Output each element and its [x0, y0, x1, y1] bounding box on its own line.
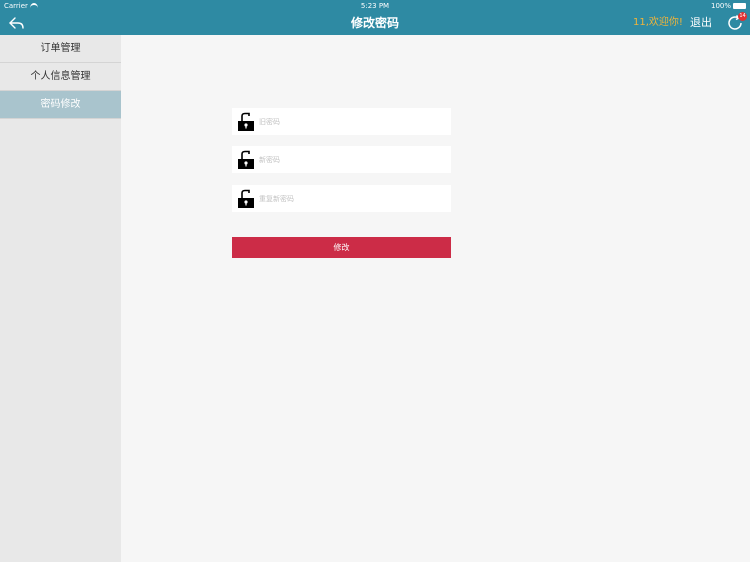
lock-icon	[238, 112, 254, 131]
new-password-field[interactable]	[232, 146, 451, 173]
lock-icon	[238, 150, 254, 169]
old-password-field[interactable]	[232, 108, 451, 135]
sidebar-item-orders[interactable]: 订单管理	[0, 35, 121, 63]
battery-label: 100%	[710, 2, 731, 10]
repeat-password-field[interactable]	[232, 185, 451, 212]
new-password-input[interactable]	[259, 155, 439, 164]
status-time: 5:23 PM	[360, 2, 390, 10]
sidebar: 订单管理 个人信息管理 密码修改	[0, 35, 121, 562]
battery-info: 100%	[711, 0, 746, 12]
status-bar: Carrier 5:23 PM 100%	[0, 0, 750, 12]
logout-button[interactable]: 退出	[690, 15, 712, 31]
sidebar-item-password[interactable]: 密码修改	[0, 91, 121, 119]
notification-badge: 14	[738, 12, 747, 21]
welcome-text: 11,欢迎你!	[633, 17, 683, 28]
old-password-input[interactable]	[259, 117, 439, 126]
main-content: 修改	[121, 35, 750, 562]
battery-icon	[733, 3, 746, 9]
sidebar-item-profile[interactable]: 个人信息管理	[0, 63, 121, 91]
submit-button[interactable]: 修改	[232, 237, 451, 258]
lock-icon	[238, 189, 254, 208]
repeat-password-input[interactable]	[259, 194, 439, 203]
top-bar: Carrier 5:23 PM 100% 修改密码 11,欢迎你! 退出 14	[0, 0, 750, 35]
